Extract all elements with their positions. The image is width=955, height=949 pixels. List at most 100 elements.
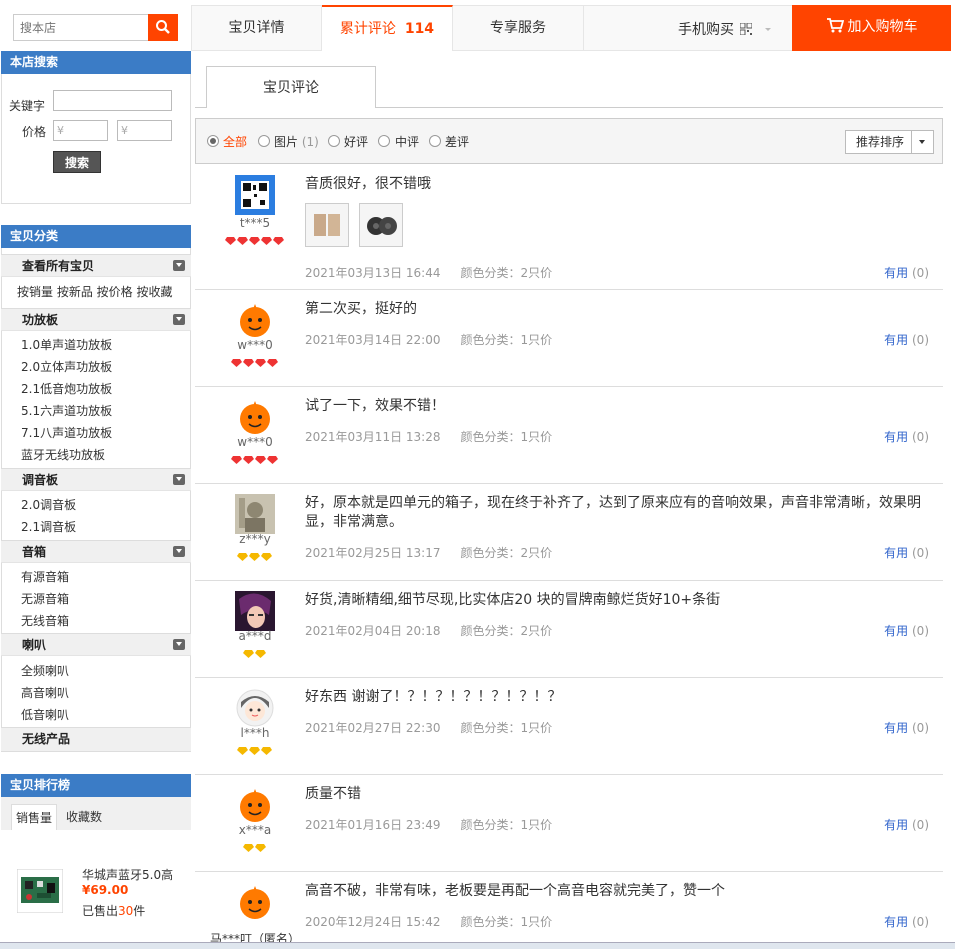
sku-value: 2只价 [520, 624, 553, 638]
search-button[interactable] [148, 14, 178, 41]
diamond-icon [249, 553, 260, 561]
price-max-input[interactable]: ¥ [117, 120, 172, 141]
category-group-label: 功放板 [22, 313, 59, 327]
filter-all-label[interactable]: 全部 [223, 133, 247, 150]
useful-button[interactable]: 有用 (0) [884, 622, 929, 639]
category-link[interactable]: 低音喇叭 [21, 707, 69, 723]
tab-item-reviews[interactable]: 宝贝评论 [206, 66, 376, 108]
category-sort-links[interactable]: 按销量 按新品 按价格 按收藏 [17, 284, 172, 300]
filter-bad-radio[interactable] [429, 135, 441, 147]
category-link[interactable]: 全频喇叭 [21, 663, 69, 679]
filter-good-label[interactable]: 好评 [344, 133, 368, 150]
ranking-tab-favorites[interactable]: 收藏数 [61, 804, 107, 830]
cart-icon [826, 18, 844, 33]
review-photo[interactable] [305, 203, 349, 247]
review-username: a***d [238, 629, 272, 643]
shop-search-button[interactable]: 搜索 [53, 151, 101, 173]
ranking-product-name[interactable]: 华城声蓝牙5.0高 [82, 866, 173, 883]
sold-prefix: 已售出 [82, 904, 119, 918]
category-link[interactable]: 2.0立体声功放板 [21, 359, 112, 375]
tab-services[interactable]: 专享服务 [453, 5, 584, 51]
filter-mid-radio[interactable] [378, 135, 390, 147]
diamond-icon [231, 359, 242, 367]
user-avatar[interactable] [235, 688, 275, 728]
category-group-speaker[interactable]: 音箱 [1, 540, 191, 563]
review-sku: 颜色分类：1只价 [460, 721, 552, 735]
user-avatar[interactable] [235, 397, 275, 437]
review-item: t***5 音质很好，很不错哦 2021年03月13日 16:44 颜色分类：2只价 有… [195, 165, 943, 290]
shop-search-input[interactable] [13, 14, 149, 41]
filter-pic-count: (1) [301, 135, 319, 149]
review-sku: 颜色分类：1只价 [460, 333, 552, 347]
useful-count: (0) [912, 624, 929, 638]
user-avatar[interactable] [235, 591, 275, 631]
category-group-wireless[interactable]: 无线产品 [1, 727, 191, 752]
sku-value: 2只价 [520, 266, 553, 280]
sort-dropdown[interactable]: 推荐排序 [845, 130, 934, 154]
ranking-title: 宝贝排行榜 [1, 774, 191, 797]
review-text: 好，原本就是四单元的箱子，现在终于补齐了，达到了原来应有的音响效果，声音非常清晰… [305, 495, 921, 530]
credit-level-icons [237, 747, 272, 755]
ranking-product-image[interactable] [16, 868, 64, 914]
review-date: 2021年02月27日 22:30 [305, 721, 441, 735]
ranking-tab-sales[interactable]: 销售量 [11, 804, 57, 830]
filter-pic-label[interactable]: 图片 (1) [274, 133, 319, 150]
useful-button[interactable]: 有用 (0) [884, 264, 929, 281]
review-text: 好东西 谢谢了！？！？！？！？！？！？ [305, 689, 562, 705]
useful-button[interactable]: 有用 (0) [884, 816, 929, 833]
review-meta: 2021年03月14日 22:00 颜色分类：1只价 [305, 331, 552, 348]
add-to-cart-button[interactable]: 加入购物车 [792, 5, 951, 51]
category-link[interactable]: 无源音箱 [21, 591, 69, 607]
filter-good-radio[interactable] [328, 135, 340, 147]
review-item: w***0 试了一下，效果不错！ 2021年03月11日 13:28 颜色分类：1只价… [195, 387, 943, 484]
useful-label: 有用 [884, 266, 909, 280]
chevron-down-icon[interactable] [911, 131, 933, 153]
category-link[interactable]: 7.1八声道功放板 [21, 425, 112, 441]
mobile-buy-link[interactable]: 手机购买 [678, 19, 773, 39]
price-min-input[interactable]: ¥ [53, 120, 108, 141]
search-icon [156, 20, 170, 34]
category-group-amp[interactable]: 功放板 [1, 308, 191, 331]
keyword-input[interactable] [53, 90, 172, 111]
tab-comments[interactable]: 累计评论 114 [322, 5, 453, 51]
category-group-horn[interactable]: 喇叭 [1, 633, 191, 656]
user-avatar[interactable] [235, 300, 275, 340]
review-item: 马***叮（匿名） 高音不破，非常有味，老板要是再配一个高音电容就完美了，赞一个 2… [195, 872, 943, 949]
review-username: t***5 [239, 216, 271, 230]
category-link[interactable]: 2.1调音板 [21, 519, 76, 535]
collapse-icon[interactable] [173, 639, 185, 650]
category-link[interactable]: 2.0调音板 [21, 497, 76, 513]
useful-button[interactable]: 有用 (0) [884, 428, 929, 445]
shop-search-title: 本店搜索 [1, 51, 191, 74]
user-avatar[interactable] [235, 785, 275, 825]
chevron-down-icon [764, 28, 771, 31]
category-all-items[interactable]: 查看所有宝贝 [1, 254, 191, 277]
category-link[interactable]: 2.1低音炮功放板 [21, 381, 112, 397]
category-link[interactable]: 有源音箱 [21, 569, 69, 585]
review-photo[interactable] [359, 203, 403, 247]
review-text: 第二次买，挺好的 [305, 301, 417, 317]
filter-all-radio[interactable] [207, 135, 219, 147]
category-link[interactable]: 蓝牙无线功放板 [21, 447, 105, 463]
category-group-tuning[interactable]: 调音板 [1, 468, 191, 491]
collapse-icon[interactable] [173, 260, 185, 271]
useful-button[interactable]: 有用 (0) [884, 719, 929, 736]
collapse-icon[interactable] [173, 314, 185, 325]
category-link[interactable]: 5.1六声道功放板 [21, 403, 112, 419]
user-avatar[interactable] [235, 882, 275, 922]
filter-pic-radio[interactable] [258, 135, 270, 147]
collapse-icon[interactable] [173, 474, 185, 485]
collapse-icon[interactable] [173, 546, 185, 557]
category-link[interactable]: 无线音箱 [21, 613, 69, 629]
useful-button[interactable]: 有用 (0) [884, 913, 929, 930]
useful-button[interactable]: 有用 (0) [884, 331, 929, 348]
filter-mid-label[interactable]: 中评 [395, 133, 419, 150]
category-link[interactable]: 高音喇叭 [21, 685, 69, 701]
category-link[interactable]: 1.0单声道功放板 [21, 337, 112, 353]
filter-bad-label[interactable]: 差评 [445, 133, 469, 150]
useful-button[interactable]: 有用 (0) [884, 544, 929, 561]
user-avatar[interactable] [235, 175, 275, 215]
user-avatar[interactable] [235, 494, 275, 534]
review-text: 音质很好，很不错哦 [305, 176, 431, 192]
tab-details[interactable]: 宝贝详情 [191, 5, 322, 51]
